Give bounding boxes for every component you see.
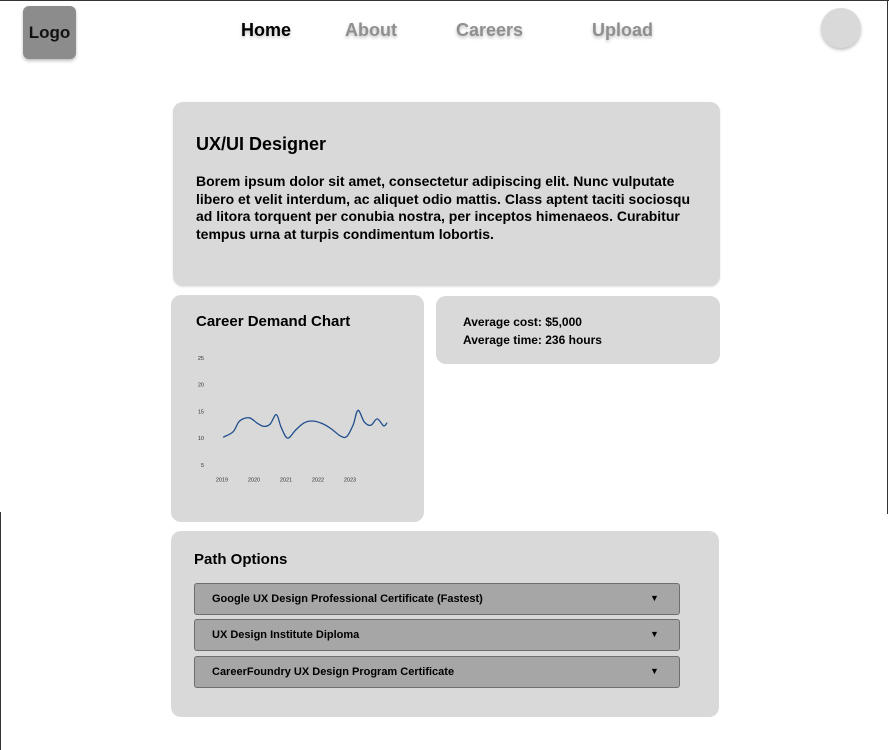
- average-cost-text: Average cost: $5,000: [463, 315, 582, 329]
- career-title: UX/UI Designer: [196, 134, 327, 154]
- frame-border-right: [887, 0, 888, 514]
- path-option-label: Google UX Design Professional Certificat…: [212, 593, 483, 605]
- chevron-down-icon: ▼: [650, 629, 659, 639]
- x-tick-label: 2021: [280, 478, 292, 484]
- career-description-line: tempus urna at turpis condimentum lobort…: [196, 225, 494, 242]
- profile-avatar[interactable]: [821, 8, 861, 48]
- nav-upload[interactable]: Upload: [592, 20, 653, 41]
- x-tick-label: 2022: [312, 478, 324, 484]
- path-option-label: CareerFoundry UX Design Program Certific…: [212, 666, 455, 678]
- chevron-down-icon: ▼: [650, 593, 659, 603]
- career-demand-chart-card: Career Demand Chart 5 10 15 20 25 2019 2020 202…: [171, 295, 424, 522]
- demand-series-line: [222, 409, 388, 439]
- nav-about[interactable]: About: [345, 20, 397, 41]
- cost-time-stats-card: Average cost: $5,000 Average time: 236 h…: [436, 296, 720, 364]
- y-tick-label: 25: [198, 356, 204, 362]
- career-intro-card: UX/UI Designer Borem ipsum dolor sit ame…: [173, 102, 720, 286]
- chevron-down-icon: ▼: [650, 666, 659, 676]
- nav-home[interactable]: Home: [241, 20, 291, 41]
- path-option-google-ux-certificate[interactable]: Google UX Design Professional Certificat…: [194, 583, 680, 615]
- y-tick-label: 5: [201, 463, 204, 469]
- career-demand-chart: 5 10 15 20 25 2019 2020 2021 2022 2023: [198, 356, 388, 484]
- x-tick-label: 2023: [344, 478, 356, 484]
- nav-careers[interactable]: Careers: [456, 20, 523, 41]
- frame-border-top: [0, 0, 889, 1]
- career-description: Borem ipsum dolor sit amet, consectetur …: [196, 173, 696, 243]
- y-tick-label: 20: [198, 383, 204, 389]
- career-description-line: Borem ipsum dolor sit amet, consectetur …: [196, 173, 675, 189]
- average-time-text: Average time: 236 hours: [463, 333, 602, 347]
- frame-border-left: [0, 512, 1, 750]
- path-option-label: UX Design Institute Diploma: [212, 629, 360, 641]
- path-option-careerfoundry-certificate[interactable]: CareerFoundry UX Design Program Certific…: [194, 656, 680, 688]
- path-options-card: Path Options Google UX Design Profession…: [171, 531, 719, 717]
- y-tick-label: 10: [198, 436, 204, 442]
- path-option-ux-design-institute-diploma[interactable]: UX Design Institute Diploma ▼: [194, 619, 680, 651]
- x-tick-label: 2020: [248, 478, 260, 484]
- logo[interactable]: Logo: [23, 6, 76, 59]
- y-tick-label: 15: [198, 409, 204, 415]
- career-description-line: libero et velit interdum, ac aliquet odi…: [196, 190, 690, 207]
- x-tick-label: 2019: [216, 478, 228, 484]
- path-options-title: Path Options: [194, 551, 288, 568]
- career-description-line: ad litora torquent per conubia nostra, p…: [196, 208, 680, 225]
